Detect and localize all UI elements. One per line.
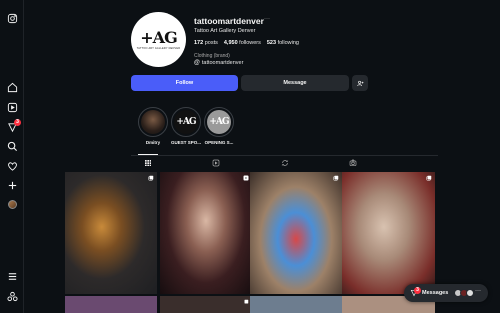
threads-icon: @ xyxy=(194,60,200,66)
tab-posts-grid[interactable] xyxy=(143,158,152,167)
stat-followers[interactable]: 4,950 followers xyxy=(224,40,261,46)
active-tab-indicator xyxy=(138,154,158,155)
create-icon[interactable] xyxy=(6,179,18,191)
post-tile[interactable] xyxy=(342,172,435,294)
profile-logo-text: +AG xyxy=(140,27,177,47)
tab-reels[interactable] xyxy=(211,158,220,167)
threads-handle: tattoomartdenver xyxy=(201,60,244,66)
highlight-guest-spot[interactable]: +AG GUEST SPO... xyxy=(171,107,201,145)
grid-icon xyxy=(144,159,151,166)
suggested-accounts-button[interactable] xyxy=(352,75,368,91)
profile-stats: 172 posts 4,950 followers 523 following xyxy=(194,40,299,46)
highlight-cover xyxy=(141,110,165,134)
notifications-badge: 3 xyxy=(14,119,21,126)
post-tile[interactable] xyxy=(250,172,342,294)
post-tile[interactable] xyxy=(65,172,157,294)
threads-link[interactable]: @ tattoomartdenver xyxy=(194,60,243,66)
highlight-cover: +AG xyxy=(174,110,198,134)
messenger-icon: 3 xyxy=(410,287,421,297)
reels-tab-icon xyxy=(212,159,219,166)
reels-icon[interactable] xyxy=(6,101,18,113)
post-tile[interactable] xyxy=(65,296,157,313)
tabs-divider xyxy=(131,155,438,156)
instagram-icon[interactable] xyxy=(6,12,18,24)
add-person-icon xyxy=(356,80,363,86)
messages-label: Messages xyxy=(422,290,449,296)
carousel-icon xyxy=(244,299,249,304)
more-options-icon[interactable]: ··· xyxy=(264,16,270,22)
messages-button[interactable]: 3 Messages ··· xyxy=(404,284,488,302)
left-nav-rail: 3 xyxy=(0,0,24,313)
profile-avatar[interactable] xyxy=(6,198,18,210)
profile-category: Clothing (brand) xyxy=(194,53,230,59)
more-dots-icon: ··· xyxy=(475,288,481,294)
search-icon[interactable] xyxy=(6,140,18,152)
carousel-icon xyxy=(148,175,154,181)
highlight-dmitry[interactable]: Dmitry xyxy=(138,107,168,145)
threads-apps-icon[interactable] xyxy=(6,290,18,302)
carousel-icon xyxy=(333,175,339,181)
message-avatar xyxy=(466,289,474,297)
post-tile[interactable] xyxy=(250,296,342,313)
highlight-opening[interactable]: +AG OPENING S... xyxy=(204,107,234,145)
stat-following[interactable]: 523 following xyxy=(267,40,299,46)
profile-username: tattoomartdenver xyxy=(194,16,264,26)
stat-posts[interactable]: 172 posts xyxy=(194,40,218,46)
camera-icon xyxy=(349,159,356,166)
profile-picture[interactable]: +AG TATTOO ART GALLERY DENVER xyxy=(131,12,186,67)
menu-icon[interactable] xyxy=(6,270,18,282)
heart-icon[interactable] xyxy=(6,160,18,172)
repost-icon xyxy=(281,159,288,166)
home-icon[interactable] xyxy=(6,81,18,93)
highlight-cover: +AG xyxy=(207,110,231,134)
messages-badge: 3 xyxy=(414,287,421,294)
tab-tagged[interactable] xyxy=(348,158,357,167)
profile-full-name: Tattoo Art Gallery Denver xyxy=(194,28,256,34)
follow-button[interactable]: Follow xyxy=(131,75,238,91)
message-button[interactable]: Message xyxy=(241,75,349,91)
highlight-label: OPENING S... xyxy=(204,140,234,145)
post-tile[interactable] xyxy=(160,172,252,294)
notifications-icon[interactable]: 3 xyxy=(6,119,21,133)
tab-reposts[interactable] xyxy=(280,158,289,167)
profile-logo-subtext: TATTOO ART GALLERY DENVER xyxy=(136,46,181,50)
post-tile[interactable] xyxy=(160,296,252,313)
reel-icon xyxy=(243,175,249,181)
carousel-icon xyxy=(426,175,432,181)
